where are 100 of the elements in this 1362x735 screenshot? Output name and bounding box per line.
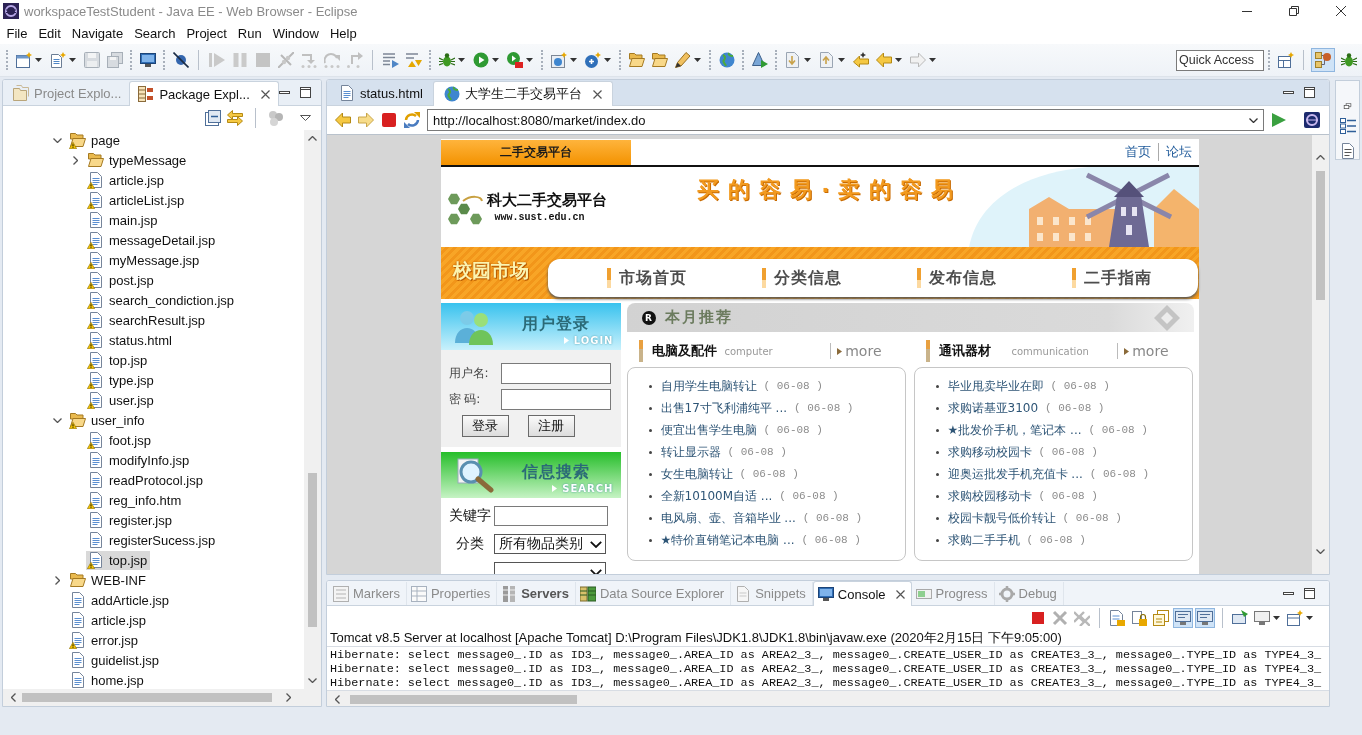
scrollbar[interactable] <box>1312 135 1329 574</box>
close-icon[interactable] <box>895 589 905 599</box>
scrollbar-thumb[interactable] <box>350 694 577 704</box>
lock-icon[interactable] <box>1131 609 1147 626</box>
crossed-dot-icon[interactable] <box>172 52 189 68</box>
tree-item[interactable]: post.jsp <box>86 270 157 290</box>
tree-item[interactable]: guidelist.jsp <box>68 650 162 670</box>
caret-icon[interactable] <box>570 58 577 62</box>
caret-icon[interactable] <box>804 58 811 62</box>
more-link[interactable]: more <box>837 343 882 359</box>
close-icon[interactable] <box>592 89 602 99</box>
caret-icon[interactable] <box>838 58 845 62</box>
menu-item[interactable]: Run <box>232 25 268 41</box>
tree-item[interactable]: messageDetail.jsp <box>86 230 219 250</box>
site-title-tab[interactable]: 二手交易平台 <box>440 140 631 165</box>
toggle-button[interactable] <box>1195 607 1215 628</box>
chevron-right-icon[interactable] <box>72 155 78 165</box>
document-tag-icon[interactable] <box>1109 609 1125 626</box>
scrollbar[interactable] <box>3 689 321 706</box>
menu-item[interactable]: Search <box>128 25 181 41</box>
menu-item[interactable]: Help <box>324 25 363 41</box>
view-tab[interactable]: Package Expl... <box>129 81 279 106</box>
tree-item[interactable]: articleList.jsp <box>86 190 188 210</box>
listing-link[interactable]: 校园卡靓号低价转让 <box>947 509 1056 527</box>
caret-icon[interactable] <box>895 58 902 62</box>
minimize-icon[interactable] <box>1283 591 1294 595</box>
tree-item[interactable]: top.jsp <box>86 350 151 370</box>
listing-link[interactable]: 自用学生电脑转让 <box>660 377 757 395</box>
listing-link[interactable]: 出售17寸飞利浦纯平 ... <box>660 399 788 417</box>
menu-item[interactable]: Window <box>267 25 325 41</box>
lines-arrow-icon[interactable] <box>382 52 399 68</box>
listing-link[interactable]: ★批发价手机，笔记本 ... <box>947 421 1082 439</box>
chevron-left-icon[interactable] <box>335 694 340 704</box>
scrollbar[interactable] <box>304 130 321 689</box>
listing-link[interactable]: 迎奥运批发手机充值卡 ... <box>947 465 1083 483</box>
form-button[interactable]: 注册 <box>527 415 575 437</box>
listing-link[interactable]: 转让显示器 <box>660 443 721 461</box>
view-tab[interactable]: Console <box>812 581 912 606</box>
maximize-icon[interactable] <box>1304 587 1315 599</box>
window-arrow-icon[interactable] <box>1232 609 1248 626</box>
window-star-icon[interactable] <box>1277 52 1294 68</box>
listing-link[interactable]: 求购诺基亚3100 <box>947 399 1039 417</box>
editor-tab[interactable]: 大学生二手交易平台 <box>432 81 613 106</box>
tree-item[interactable]: WEB-INF <box>68 570 149 590</box>
chevron-right-icon[interactable] <box>286 693 291 702</box>
input-field[interactable] <box>500 389 611 410</box>
chevron-down-icon[interactable] <box>1249 117 1258 123</box>
nav-link[interactable]: 分类信息 <box>761 267 917 289</box>
listing-link[interactable]: 电风扇、壶、音箱毕业 ... <box>660 509 796 527</box>
nav-link[interactable]: 二手指南 <box>1071 267 1152 289</box>
tree-item[interactable]: type.jsp <box>86 370 157 390</box>
tree-item[interactable]: status.html <box>86 330 175 350</box>
caret-icon[interactable] <box>526 58 533 62</box>
pencil-icon[interactable] <box>674 52 691 68</box>
caret-icon[interactable] <box>458 58 465 62</box>
plus-circle-icon[interactable] <box>584 52 601 68</box>
quick-access-field[interactable]: Quick Access <box>1176 49 1264 71</box>
chevron-down-icon[interactable] <box>589 540 602 548</box>
input-field[interactable] <box>500 363 611 384</box>
menu-item[interactable]: Edit <box>32 25 67 41</box>
arrow-star-icon[interactable] <box>852 52 869 68</box>
scrollbar-thumb[interactable] <box>308 473 317 627</box>
tree-item[interactable]: registerSucess.jsp <box>86 530 219 550</box>
maximize-icon[interactable] <box>299 87 311 98</box>
link-arrows-icon[interactable] <box>227 110 243 126</box>
globe-icon[interactable] <box>718 52 735 68</box>
tree-item[interactable]: addArticle.jsp <box>68 590 173 610</box>
caret-icon[interactable] <box>929 58 936 62</box>
document-list-icon[interactable] <box>1339 143 1356 159</box>
tree-item[interactable]: typeMessage <box>86 150 190 170</box>
minimize-icon[interactable] <box>278 91 290 94</box>
tree-item[interactable]: home.jsp <box>68 670 147 689</box>
toggle-button[interactable] <box>1173 607 1193 628</box>
close-icon[interactable] <box>260 89 270 99</box>
stop-icon[interactable] <box>1030 609 1046 626</box>
document-star-icon[interactable] <box>49 52 66 68</box>
monitor-icon[interactable] <box>139 52 156 68</box>
dropdown[interactable]: 所有物品类别 <box>493 534 606 554</box>
listing-link[interactable]: 便宜出售学生电脑 <box>660 421 757 439</box>
tree-item[interactable]: reg_info.htm <box>86 490 185 510</box>
tree-item[interactable]: readProtocol.jsp <box>86 470 206 490</box>
tree-item[interactable]: register.jsp <box>86 510 175 530</box>
menu-item[interactable]: Navigate <box>66 25 129 41</box>
tree-item[interactable]: user.jsp <box>86 390 157 410</box>
play-icon[interactable] <box>1271 112 1287 128</box>
play-box-icon[interactable] <box>506 52 523 68</box>
run-icon[interactable] <box>472 52 489 68</box>
bug-icon[interactable] <box>438 52 455 68</box>
triangle-play-icon[interactable] <box>751 52 768 68</box>
header-link[interactable]: 论坛 <box>1157 143 1199 161</box>
restore-icon[interactable] <box>1342 103 1353 109</box>
folder-icon[interactable] <box>651 52 668 68</box>
form-button[interactable]: 登录 <box>461 415 509 437</box>
maximize-icon[interactable] <box>1304 87 1315 98</box>
monitor-icon[interactable] <box>1254 609 1270 626</box>
view-menu-icon[interactable] <box>300 115 311 121</box>
pages-icon[interactable] <box>1153 609 1169 626</box>
listing-link[interactable]: 求购二手手机 <box>947 531 1020 549</box>
editor-tab[interactable]: status.html <box>329 81 433 105</box>
tree-item[interactable]: article.jsp <box>86 170 167 190</box>
